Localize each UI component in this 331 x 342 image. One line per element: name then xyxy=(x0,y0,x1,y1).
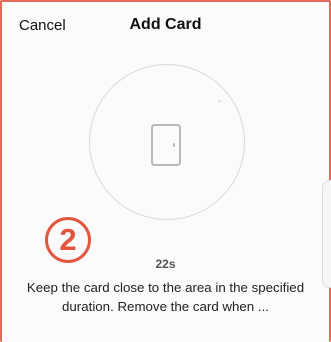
instruction-text: Keep the card close to the area in the s… xyxy=(26,280,305,314)
door-icon xyxy=(151,124,181,166)
ring-dot xyxy=(218,100,221,103)
side-scroll-handle[interactable] xyxy=(322,180,331,288)
countdown-timer: 22s xyxy=(155,257,176,271)
page-title: Add Card xyxy=(129,16,202,33)
header-bar: Cancel Add Card xyxy=(0,0,331,46)
